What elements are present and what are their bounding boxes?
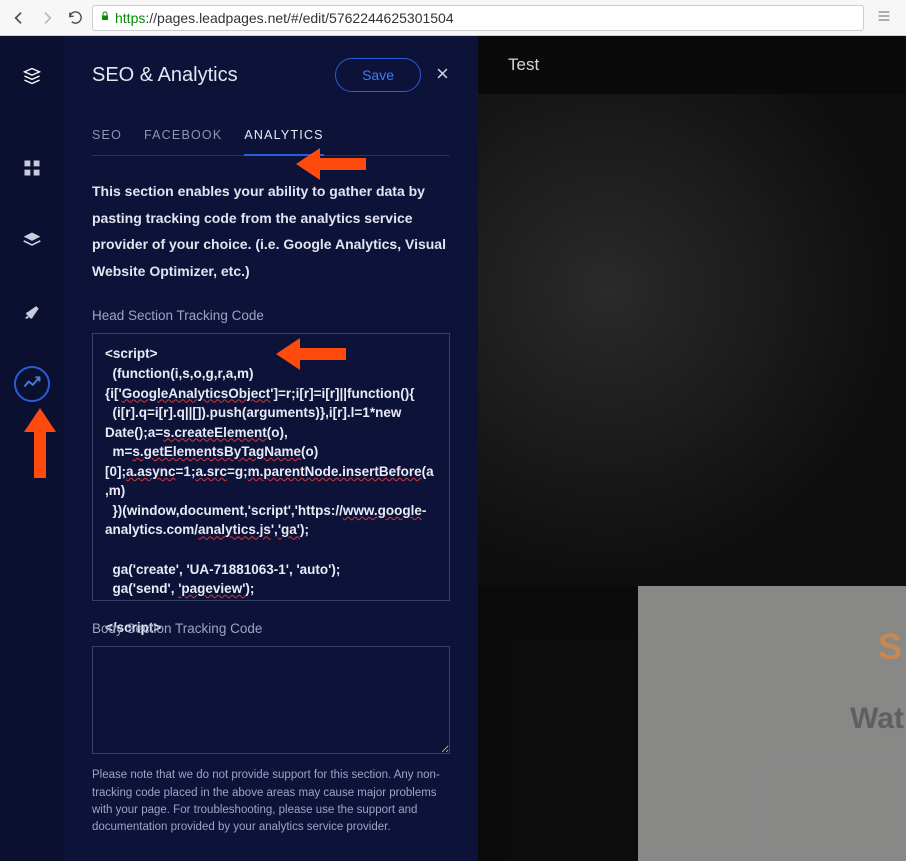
- body-code-label: Body Section Tracking Code: [92, 621, 450, 636]
- chrome-menu-button[interactable]: [870, 8, 898, 27]
- left-rail: [0, 36, 64, 861]
- settings-panel: SEO & Analytics Save SEO FACEBOOK ANALYT…: [64, 36, 478, 861]
- page-preview: Test Build A Ma Taking Our F S Wat: [478, 36, 906, 861]
- reload-button[interactable]: [64, 7, 86, 29]
- tab-analytics[interactable]: ANALYTICS: [244, 120, 323, 156]
- rail-layers-icon[interactable]: [14, 222, 50, 258]
- url-bar[interactable]: https://pages.leadpages.net/#/edit/57622…: [92, 5, 864, 31]
- rail-logo[interactable]: [14, 58, 50, 94]
- rail-widgets-icon[interactable]: [14, 150, 50, 186]
- preview-topbar-text: Test: [508, 55, 539, 75]
- subhero: S Wat: [638, 586, 906, 861]
- rail-brush-icon[interactable]: [14, 294, 50, 330]
- rail-analytics-icon[interactable]: [14, 366, 50, 402]
- save-button[interactable]: Save: [335, 58, 421, 92]
- head-code-label: Head Section Tracking Code: [92, 308, 450, 323]
- head-code-textarea[interactable]: <script> (function(i,s,o,g,r,a,m){i['Goo…: [92, 333, 450, 601]
- preview-topbar: Test: [478, 36, 906, 94]
- panel-title: SEO & Analytics: [92, 64, 238, 87]
- url-rest: ://pages.leadpages.net/#/edit/5762244625…: [145, 10, 453, 26]
- browser-chrome: https://pages.leadpages.net/#/edit/57622…: [0, 0, 906, 36]
- close-button[interactable]: [421, 61, 450, 90]
- hero-bg: [478, 94, 906, 586]
- subhero-wat: Wat: [850, 702, 906, 735]
- back-button[interactable]: [8, 7, 30, 29]
- subhero-s: S: [638, 626, 906, 668]
- lock-icon: [99, 10, 111, 25]
- tab-facebook[interactable]: FACEBOOK: [144, 120, 222, 155]
- analytics-description: This section enables your ability to gat…: [92, 178, 450, 284]
- url-https: https: [115, 10, 145, 26]
- support-note: Please note that we do not provide suppo…: [92, 767, 450, 836]
- tabs: SEO FACEBOOK ANALYTICS: [92, 120, 450, 156]
- tab-seo[interactable]: SEO: [92, 120, 122, 155]
- forward-button[interactable]: [36, 7, 58, 29]
- body-code-textarea[interactable]: [92, 646, 450, 754]
